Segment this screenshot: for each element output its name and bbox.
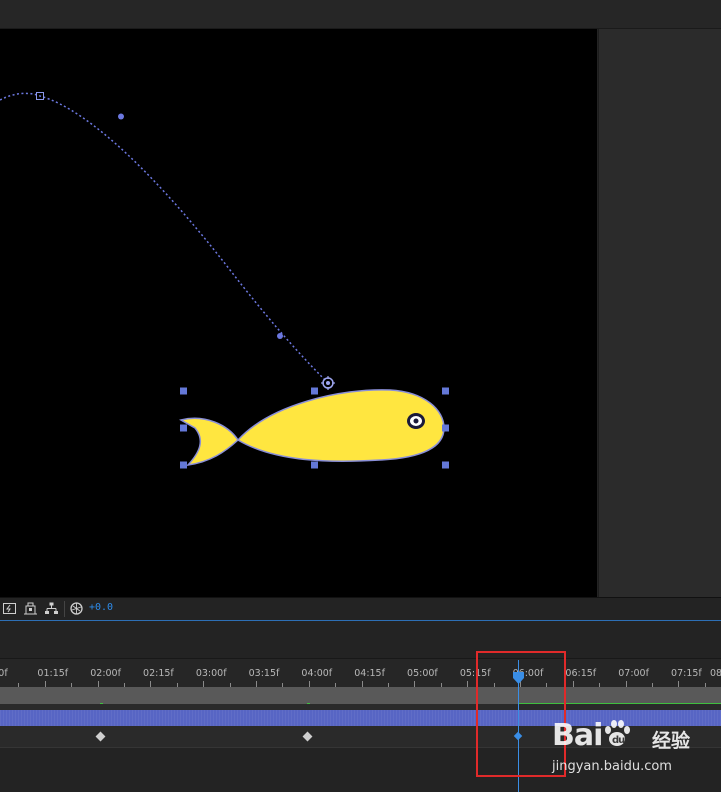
transform-handle: [180, 424, 187, 432]
svg-text:du: du: [612, 735, 625, 746]
transparency-grid-icon[interactable]: [23, 601, 38, 616]
ruler-time-label: 02:00f: [90, 668, 121, 679]
transform-handle: [442, 424, 449, 432]
ruler-time-label: 06:15f: [565, 668, 597, 679]
watermark-chinese: 经验: [652, 730, 691, 752]
transform-handle: [311, 387, 318, 395]
bezier-handle[interactable]: [118, 113, 124, 120]
ruler-time-label: 08: [709, 668, 721, 679]
ruler-time-label: 07:00f: [618, 668, 649, 679]
exposure-value[interactable]: +0.0: [89, 602, 113, 613]
keyframe[interactable]: [302, 731, 313, 742]
composition-canvas: [0, 92, 449, 469]
time-ruler[interactable]: 0f 01:15f 02:00f 02:15f 03:00f 03:15f 04:00f 04…: [0, 659, 721, 687]
watermark-brand: Bai du du: [552, 718, 632, 753]
ruler-time-label: 03:15f: [248, 668, 280, 679]
toolbar-divider: [64, 601, 65, 617]
fish-shape-layer[interactable]: [179, 389, 445, 467]
watermark-url: jingyan.baidu.com: [552, 759, 672, 774]
paw-icon: du: [602, 719, 632, 747]
viewer-toolbar: +0.0: [0, 597, 721, 621]
anchor-point-icon[interactable]: [321, 376, 335, 390]
reset-exposure-icon[interactable]: [69, 601, 84, 616]
ruler-time-label: 07:15f: [671, 668, 702, 679]
right-panel: [598, 29, 721, 597]
ruler-time-label: 0f: [0, 668, 8, 679]
transform-handle: [442, 387, 449, 395]
transform-handle: [180, 461, 187, 469]
transform-handle: [180, 387, 187, 395]
motion-path[interactable]: [0, 92, 329, 384]
transform-handle: [311, 461, 318, 469]
baidu-watermark: Bai du du 经验 jingyan.baidu.com: [548, 712, 721, 792]
bezier-handle[interactable]: [277, 333, 283, 339]
top-panel-bar: [0, 0, 721, 29]
ruler-time-label: 02:15f: [143, 668, 174, 679]
ruler-time-label: 03:00f: [195, 668, 227, 679]
ruler-time-label: 01:15f: [37, 668, 69, 679]
keyframe[interactable]: [95, 731, 106, 742]
work-area-bar[interactable]: [0, 687, 721, 706]
fish-eye-pupil: [413, 418, 419, 424]
comp-flowchart-icon[interactable]: [44, 601, 59, 616]
ruler-time-label: 04:15f: [354, 668, 385, 679]
watermark-brand-text: Bai: [552, 718, 603, 753]
fast-preview-icon[interactable]: [2, 601, 17, 616]
composition-viewer[interactable]: [0, 29, 597, 597]
ruler-time-label: 04:00f: [301, 668, 333, 679]
timeline-header-area: [0, 621, 721, 659]
ruler-time-label: 05:00f: [407, 668, 438, 679]
transform-handle: [442, 461, 449, 469]
fish-tail: [179, 417, 239, 467]
